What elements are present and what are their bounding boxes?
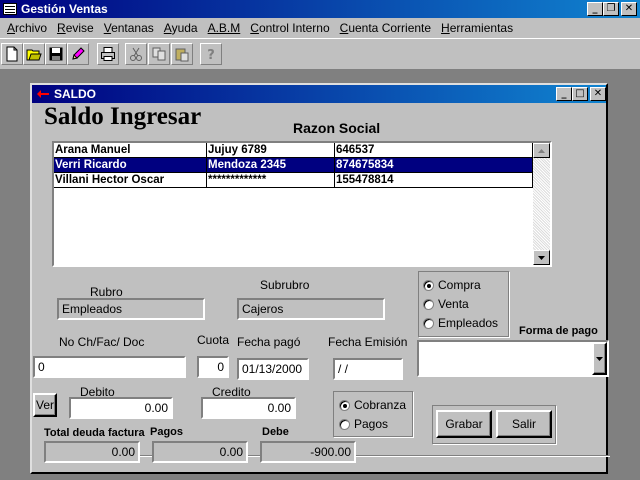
- radio-venta-dot: [423, 298, 434, 310]
- table-row[interactable]: Villani Hector Oscar ************* 15547…: [54, 173, 533, 188]
- fecha-pago-label: Fecha pagó: [237, 335, 301, 349]
- fecha-pago-field[interactable]: 01/13/2000: [237, 358, 309, 380]
- scroll-up-icon[interactable]: [533, 143, 550, 158]
- radio-compra-dot: [423, 279, 434, 291]
- grid-cell-phone: 646537: [335, 143, 533, 158]
- new-file-icon[interactable]: [1, 43, 23, 65]
- grid-cell-name: Verri Ricardo: [54, 158, 207, 173]
- menu-ayuda[interactable]: Ayuda: [159, 21, 203, 35]
- cuota-label: Cuota: [197, 333, 230, 347]
- open-folder-icon[interactable]: [23, 43, 45, 65]
- print-icon[interactable]: [97, 43, 119, 65]
- help-icon[interactable]: ?: [200, 43, 222, 65]
- grabar-button[interactable]: Grabar: [436, 410, 492, 438]
- close-button[interactable]: ✕: [621, 2, 637, 16]
- rubro-label: Rubro: [90, 285, 123, 299]
- menu-ventanas[interactable]: Ventanas: [99, 21, 159, 35]
- radio-venta-label: Venta: [438, 297, 469, 311]
- total-deuda-field[interactable]: 0.00: [44, 441, 140, 463]
- credito-field[interactable]: 0.00: [201, 397, 296, 419]
- saldo-window: SALDO _ □ ✕ Saldo Ingresar Razon Social …: [30, 83, 610, 474]
- svg-text:?: ?: [207, 48, 215, 62]
- saldo-maximize-button[interactable]: □: [572, 87, 588, 101]
- radio-compra[interactable]: Compra: [423, 278, 481, 292]
- grid-cell-phone: 155478814: [335, 173, 533, 188]
- grid-cell-name: Villani Hector Oscar: [54, 173, 207, 188]
- radio-cobranza-dot: [339, 399, 350, 411]
- razon-social-label: Razon Social: [293, 120, 381, 136]
- radio-venta[interactable]: Venta: [423, 297, 469, 311]
- menu-revise[interactable]: Revise: [52, 21, 99, 35]
- app-title: Gestión Ventas: [21, 2, 108, 16]
- grid-cell-address: Mendoza 2345: [207, 158, 335, 173]
- copy-icon[interactable]: [148, 43, 170, 65]
- restore-button[interactable]: ❐: [603, 2, 619, 16]
- forma-pago-label: Forma de pago: [519, 325, 598, 337]
- cut-icon[interactable]: [125, 43, 147, 65]
- menu-control-interno[interactable]: Control Interno: [245, 21, 334, 35]
- radio-empleados-label: Empleados: [438, 316, 499, 330]
- menubar: Archivo Revise Ventanas Ayuda A.B.M Cont…: [0, 18, 640, 38]
- radio-pagos[interactable]: Pagos: [339, 417, 388, 431]
- fecha-emision-field[interactable]: / /: [333, 358, 403, 380]
- saldo-title: SALDO: [54, 87, 96, 101]
- saldo-close-button[interactable]: ✕: [590, 87, 606, 101]
- radio-compra-label: Compra: [438, 278, 481, 292]
- grid-scrollbar[interactable]: [533, 143, 550, 265]
- radio-pagos-dot: [339, 418, 350, 430]
- cuota-field[interactable]: 0: [197, 356, 229, 378]
- window-icon: [37, 90, 49, 98]
- debe-field[interactable]: -900.00: [260, 441, 356, 463]
- rubro-field[interactable]: Empleados: [57, 298, 205, 320]
- subrubro-label: Subrubro: [260, 278, 310, 292]
- minimize-button[interactable]: _: [587, 2, 603, 16]
- grid-cell-address: Jujuy 6789: [207, 143, 335, 158]
- forma-pago-dropdown[interactable]: [417, 340, 609, 377]
- saldo-minimize-button[interactable]: _: [556, 87, 572, 101]
- doc-field[interactable]: 0: [33, 356, 186, 378]
- pagos-total-label: Pagos: [150, 426, 184, 438]
- app-titlebar[interactable]: Gestión Ventas _ ❐ ✕: [0, 0, 640, 18]
- doc-label: No Ch/Fac/ Doc: [59, 335, 145, 349]
- paste-icon[interactable]: [171, 43, 193, 65]
- radio-empleados[interactable]: Empleados: [423, 316, 498, 330]
- ver-button[interactable]: Ver: [33, 393, 57, 417]
- debito-field[interactable]: 0.00: [69, 397, 173, 419]
- saldo-titlebar[interactable]: SALDO _ □ ✕: [32, 85, 606, 103]
- pagos-total-field[interactable]: 0.00: [152, 441, 248, 463]
- app-icon: [3, 3, 17, 15]
- radio-cobranza[interactable]: Cobranza: [339, 398, 406, 412]
- debe-label: Debe: [262, 426, 289, 438]
- table-row-selected[interactable]: Verri Ricardo Mendoza 2345 874675834: [54, 158, 533, 173]
- page-heading: Saldo Ingresar: [44, 103, 202, 130]
- radio-empleados-dot: [423, 317, 434, 329]
- scroll-down-icon[interactable]: [533, 250, 550, 265]
- menu-archivo[interactable]: Archivo: [2, 21, 52, 35]
- edit-pencil-icon[interactable]: [67, 43, 89, 65]
- save-icon[interactable]: [45, 43, 67, 65]
- menu-cuenta-corriente[interactable]: Cuenta Corriente: [335, 21, 436, 35]
- radio-pagos-label: Pagos: [354, 417, 389, 431]
- chevron-down-icon[interactable]: [592, 342, 607, 375]
- menu-herramientas[interactable]: Herramientas: [436, 21, 518, 35]
- table-row[interactable]: Arana Manuel Jujuy 6789 646537: [54, 143, 533, 158]
- grid-cell-name: Arana Manuel: [54, 143, 207, 158]
- grid-cell-phone: 874675834: [335, 158, 533, 173]
- toolbar: ?: [0, 38, 640, 70]
- subrubro-field[interactable]: Cajeros: [237, 298, 385, 320]
- fecha-emision-label: Fecha Emisión: [328, 335, 408, 349]
- radio-cobranza-label: Cobranza: [354, 398, 407, 412]
- salir-button[interactable]: Salir: [496, 410, 552, 438]
- menu-abm[interactable]: A.B.M: [203, 21, 246, 35]
- clients-grid[interactable]: Arana Manuel Jujuy 6789 646537 Verri Ric…: [52, 141, 552, 267]
- total-deuda-label: Total deuda factura: [44, 427, 145, 439]
- grid-cell-address: *************: [207, 173, 335, 188]
